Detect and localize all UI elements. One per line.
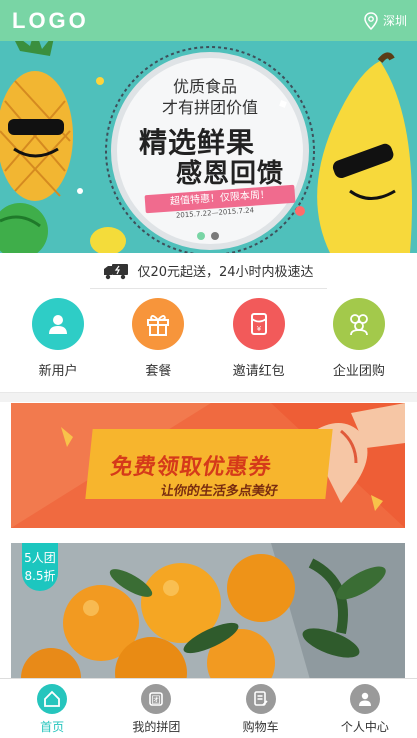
location-pin-icon [364,11,378,30]
red-envelope-icon: ¥ [232,298,285,350]
carousel-dot[interactable] [211,232,219,240]
quick-item-label: 邀请红包 [232,364,285,379]
city-selector[interactable]: 深圳 [363,11,407,30]
home-icon [37,684,68,714]
coupon-title: 免费领取优惠券 [108,455,274,480]
svg-text:团: 团 [152,695,161,706]
quick-item-corporate-group[interactable]: 企业团购 [314,298,404,386]
bottom-tab-bar: 首页 团 我的拼团 购物车 个人中心 [0,678,417,738]
user-icon [32,298,85,350]
profile-icon [349,684,380,714]
tab-home[interactable]: 首页 [0,679,104,738]
quick-item-label: 套餐 [145,364,172,379]
coupon-banner[interactable]: 免费领取优惠券 让你的生活多点美好 [11,403,405,528]
group-buy-icon: 团 [141,684,172,714]
carousel-dots [197,232,219,240]
quick-item-invite-redpacket[interactable]: ¥ 邀请红包 [214,298,304,386]
carousel-dot[interactable] [197,232,205,240]
tab-cart[interactable]: 购物车 [209,679,313,738]
quick-item-package[interactable]: 套餐 [113,298,203,386]
city-label: 深圳 [382,14,407,28]
quick-item-label: 企业团购 [332,364,385,379]
tab-profile[interactable]: 个人中心 [313,679,417,738]
top-header: LOGO 深圳 [0,0,417,41]
tab-label: 个人中心 [340,720,389,734]
section-divider [0,392,417,402]
svg-text:¥: ¥ [256,325,261,333]
group-icon [332,298,385,350]
tab-label: 购物车 [242,720,279,734]
tab-my-group-buy[interactable]: 团 我的拼团 [104,679,208,738]
quick-item-label: 新用户 [38,364,78,379]
banner-line-2: 才有拼团价值 [161,98,258,117]
delivery-truck-icon [104,263,129,279]
delivery-info: 仅20元起送，24小时内极速达 [90,253,327,289]
app-screen: LOGO 深圳 优质食品 才有拼团价值 精选鲜果 感恩回馈 超值特惠！仅限本周！… [0,0,417,738]
gift-icon [132,298,185,350]
logo[interactable]: LOGO [12,8,89,34]
badge-group-size: 5人团 [24,551,56,565]
product-card[interactable]: 5人团 8.5折 [11,543,405,683]
coupon-subtitle: 让你的生活多点美好 [159,484,279,499]
delivery-text: 仅20元起送，24小时内极速达 [137,265,314,280]
product-image [11,543,405,683]
badge-discount: 8.5折 [24,569,56,583]
tab-label: 首页 [40,720,65,734]
group-discount-badge: 5人团 8.5折 [22,543,58,591]
quick-item-new-user[interactable]: 新用户 [13,298,103,386]
promo-banner[interactable]: 优质食品 才有拼团价值 精选鲜果 感恩回馈 超值特惠！仅限本周！ 2015.7.… [0,41,417,253]
quick-menu: 新用户 套餐 ¥ 邀请红包 企业团购 [0,298,417,386]
cart-icon [245,684,276,714]
tab-label: 我的拼团 [132,720,181,734]
